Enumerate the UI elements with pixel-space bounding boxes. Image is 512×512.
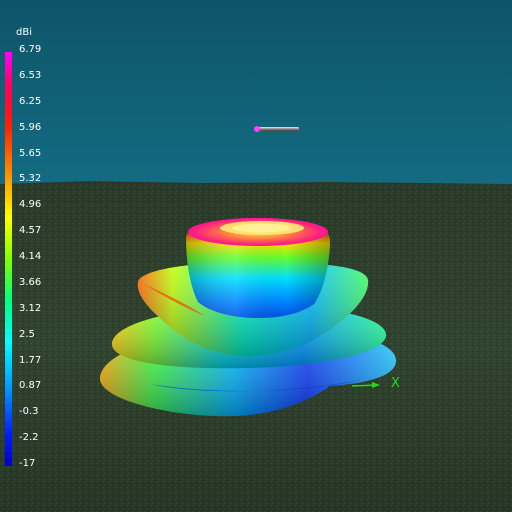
- legend-tick: 1.77: [19, 354, 42, 366]
- legend-tick: 4.14: [19, 251, 42, 262]
- legend-tick: -17: [19, 458, 36, 469]
- legend-tick: 5.96: [19, 121, 42, 133]
- legend-tick: 5.65: [19, 147, 42, 159]
- sky-background: [0, 0, 512, 184]
- legend-tick: 2.5: [19, 328, 35, 340]
- legend-unit-label: dBi: [16, 27, 32, 38]
- radiation-pattern-viewport[interactable]: X dBi 6.79 6.53 6.25 5.96 5.65 5.32 4.96 4.57 4.…: [0, 0, 512, 512]
- legend-tick: 3.12: [19, 302, 42, 314]
- legend-tick: 4.96: [19, 199, 42, 211]
- x-axis-label: X: [391, 376, 400, 391]
- 3d-scene[interactable]: [0, 0, 512, 512]
- legend-tick: 0.87: [19, 380, 42, 392]
- legend-tick: -2.2: [19, 432, 39, 444]
- legend-tick: 4.57: [19, 225, 42, 237]
- legend-tick: 6.79: [19, 44, 42, 55]
- legend-tick: 5.32: [19, 173, 42, 185]
- legend-tick: 6.53: [19, 69, 42, 81]
- color-scale-legend: dBi 6.79 6.53 6.25 5.96 5.65 5.32 4.96 4.57 4.14…: [0, 0, 60, 480]
- legend-color-bar: [5, 52, 12, 466]
- legend-tick: 3.66: [19, 276, 42, 288]
- antenna-feed-point: [254, 126, 260, 132]
- legend-tick: 6.25: [19, 95, 42, 107]
- legend-tick: -0.3: [19, 406, 39, 418]
